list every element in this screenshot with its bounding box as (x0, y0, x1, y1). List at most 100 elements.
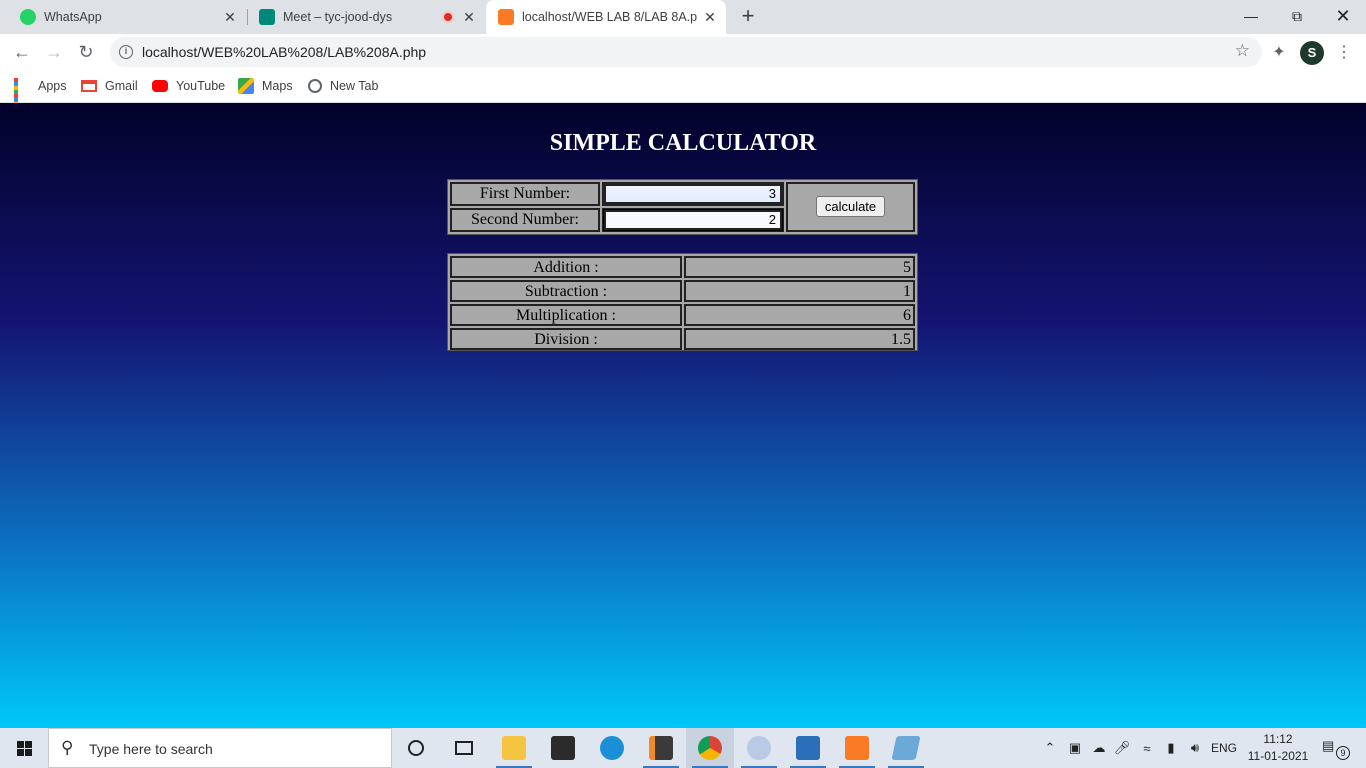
profile-avatar[interactable]: S (1300, 41, 1324, 65)
addition-label: Addition : (450, 256, 682, 278)
close-icon[interactable]: ✕ (702, 9, 718, 25)
taskbar-search[interactable]: ⚲ Type here to search (48, 728, 392, 768)
edge-button[interactable] (588, 728, 636, 768)
tab-localhost[interactable]: localhost/WEB LAB 8/LAB 8A.php ✕ (486, 0, 726, 34)
youtube-icon (152, 80, 168, 92)
restore-button[interactable]: ⧉ (1274, 0, 1320, 32)
back-arrow-icon[interactable]: ← (10, 40, 34, 64)
clock-time: 11:12 (1263, 732, 1293, 746)
file-explorer-icon (502, 736, 526, 760)
battery-icon[interactable]: ▮ (1160, 728, 1182, 768)
notification-icon: ▤ (1322, 738, 1335, 753)
bookmark-gmail[interactable]: Gmail (81, 76, 138, 96)
whatsapp-icon (20, 9, 36, 25)
forward-arrow-icon[interactable]: → (42, 40, 66, 64)
address-url[interactable]: localhost/WEB%20LAB%208/LAB%208A.php (142, 44, 426, 60)
new-tab-button[interactable]: + (736, 5, 760, 29)
division-label: Division : (450, 328, 682, 350)
cortana-icon (408, 740, 424, 756)
first-number-label: First Number: (450, 182, 600, 206)
google-meet-icon (259, 9, 275, 25)
task-view-button[interactable] (440, 728, 488, 768)
input-table: First Number: 3 Second Number: 2 calcula… (447, 179, 918, 235)
extensions-icon[interactable]: ✦ (1268, 42, 1290, 64)
show-hidden-icons[interactable]: ⌃ (1040, 728, 1060, 768)
calculate-button[interactable]: calculate (816, 196, 885, 217)
clock[interactable]: 11:12 11-01-2021 (1246, 731, 1310, 765)
photos-button[interactable] (784, 728, 832, 768)
search-placeholder: Type here to search (89, 741, 213, 757)
onedrive-icon[interactable]: ☁ (1088, 728, 1110, 768)
division-value: 1.5 (684, 328, 915, 350)
chrome-button[interactable] (686, 728, 734, 768)
apps-grid-icon (14, 78, 30, 114)
second-number-input[interactable]: 2 (603, 209, 783, 231)
maps-icon (238, 78, 254, 94)
minimize-button[interactable]: — (1228, 0, 1274, 32)
notepad-button[interactable] (882, 728, 930, 768)
sublime-text-button[interactable] (637, 728, 685, 768)
tab-title: WhatsApp (44, 10, 102, 24)
close-icon[interactable]: ✕ (222, 9, 238, 25)
xampp-icon (845, 736, 869, 760)
page-title: SIMPLE CALCULATOR (549, 130, 817, 156)
search-icon: ⚲ (61, 738, 74, 757)
multiplication-value: 6 (684, 304, 915, 326)
bookmark-label: Maps (262, 79, 293, 93)
microphone-icon[interactable]: 🎤︎ (1112, 728, 1132, 768)
windows-logo-icon (16, 740, 32, 756)
more-menu-icon[interactable]: ⋮ (1336, 41, 1352, 65)
file-explorer-button[interactable] (490, 728, 538, 768)
wifi-icon[interactable]: ≈ (1136, 728, 1158, 768)
bookmark-maps[interactable]: Maps (238, 76, 293, 96)
star-icon[interactable]: ☆ (1235, 41, 1250, 61)
recording-icon (442, 11, 454, 23)
subtraction-label: Subtraction : (450, 280, 682, 302)
edge-icon (600, 736, 624, 760)
microsoft-store-icon (551, 736, 575, 760)
start-button[interactable] (0, 728, 48, 768)
bookmark-label: YouTube (176, 79, 226, 93)
language-indicator[interactable]: ENG (1208, 728, 1240, 768)
calculator-page: SIMPLE CALCULATOR First Number: 3 Second… (0, 103, 1366, 728)
xampp-icon (498, 9, 514, 25)
browser-toolbar: ← → ↻ i localhost/WEB%20LAB%208/LAB%208A… (0, 34, 1366, 70)
notifications-button[interactable]: ▤ 9 (1322, 738, 1350, 760)
bookmarks-bar: Apps Gmail YouTube Maps New Tab (0, 70, 1366, 114)
multiplication-label: Multiplication : (450, 304, 682, 326)
cortana-button[interactable] (392, 728, 440, 768)
results-table: Addition : 5 Subtraction : 1 Multiplicat… (447, 253, 918, 351)
task-view-icon (455, 741, 473, 755)
windows-taskbar: ⚲ Type here to search ⌃ ▣ ☁ 🎤︎ ≈ ▮ 🔊︎ EN… (0, 728, 1366, 768)
paint-icon (747, 736, 771, 760)
close-window-button[interactable]: ✕ (1320, 0, 1366, 32)
globe-icon (308, 79, 322, 93)
notification-count: 9 (1336, 746, 1350, 760)
close-icon[interactable]: ✕ (461, 9, 477, 25)
bookmark-apps[interactable]: Apps (14, 76, 67, 114)
tab-title: Meet – tyc-jood-dys (283, 10, 393, 24)
tab-meet[interactable]: Meet – tyc-jood-dys ✕ (247, 0, 485, 34)
first-number-input[interactable]: 3 (604, 184, 782, 204)
reload-icon[interactable]: ↻ (74, 40, 98, 64)
xampp-button[interactable] (833, 728, 881, 768)
clock-date: 11-01-2021 (1247, 749, 1309, 763)
notepad-icon (891, 736, 921, 760)
bookmark-label: Apps (38, 79, 67, 93)
tab-title: localhost/WEB LAB 8/LAB 8A.php (522, 10, 697, 24)
paint-button[interactable] (735, 728, 783, 768)
bookmark-new-tab[interactable]: New Tab (308, 76, 378, 96)
addition-value: 5 (684, 256, 915, 278)
address-bar[interactable]: i localhost/WEB%20LAB%208/LAB%208A.php ☆ (110, 37, 1262, 67)
bookmark-label: New Tab (330, 79, 379, 93)
tab-whatsapp[interactable]: WhatsApp ✕ (8, 0, 246, 34)
info-icon[interactable]: i (119, 45, 133, 59)
second-number-label: Second Number: (450, 208, 600, 232)
meet-now-icon[interactable]: ▣ (1064, 728, 1086, 768)
volume-icon[interactable]: 🔊︎ (1184, 728, 1206, 768)
gmail-icon (81, 80, 97, 92)
store-button[interactable] (539, 728, 587, 768)
tab-strip: WhatsApp ✕ Meet – tyc-jood-dys ✕ localho… (0, 0, 1366, 34)
bookmark-youtube[interactable]: YouTube (152, 76, 225, 96)
subtraction-value: 1 (684, 280, 915, 302)
